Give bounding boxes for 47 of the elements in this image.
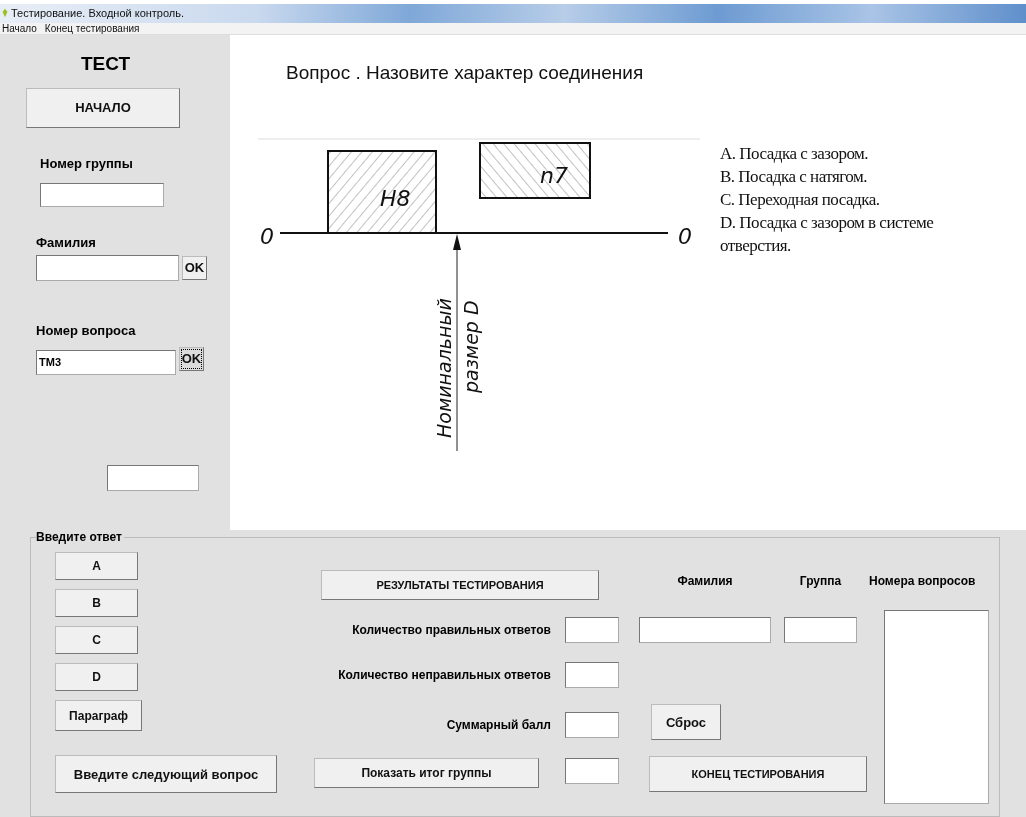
input-field[interactable] — [107, 464, 199, 491]
correct-count-field — [565, 617, 619, 643]
column-header: Группа — [798, 573, 843, 590]
zero-label: 0 — [678, 223, 692, 249]
zero-label: 0 — [260, 223, 274, 249]
answer-button[interactable]: A — [55, 552, 138, 580]
answer-button[interactable]: B — [55, 589, 138, 617]
answer-option: C. Переходная посадка. — [720, 187, 942, 211]
answer-button[interactable]: D — [55, 663, 138, 691]
end-testing-button[interactable]: КОНЕЦ ТЕСТИРОВАНИЯ — [649, 756, 867, 792]
score-field — [565, 712, 619, 738]
question-text: Вопрос . Назовите характер соединения — [286, 61, 645, 84]
group-total-field — [565, 758, 619, 784]
results-button[interactable]: РЕЗУЛЬТАТЫ ТЕСТИРОВАНИЯ — [321, 570, 599, 600]
group-box-title: Введите ответ — [36, 530, 124, 544]
surname-label: Фамилия — [36, 234, 97, 250]
tolerance-label: n7 — [540, 162, 568, 188]
question-number-label: Номер вопроса — [36, 322, 137, 338]
group-label: Номер группы — [40, 155, 134, 171]
ok-button[interactable]: OK — [182, 255, 207, 280]
column-header: Номера вопросов — [869, 573, 977, 590]
paragraph-button[interactable]: Параграф — [55, 700, 142, 731]
answer-option: B. Посадка с натягом. — [720, 164, 942, 188]
start-button[interactable]: НАЧАЛО — [26, 87, 180, 128]
menu-item[interactable]: Начало — [2, 22, 37, 34]
test-heading: ТЕСТ — [81, 52, 132, 75]
answer-option: A. Посадка с зазором. — [720, 141, 942, 165]
reset-button[interactable]: Сброс — [651, 704, 721, 740]
next-question-button[interactable]: Введите следующий вопрос — [55, 755, 277, 793]
tolerance-label: H8 — [380, 185, 411, 211]
ok-button[interactable]: OK — [179, 346, 204, 371]
window-title: Тестирование. Входной контроль. — [11, 7, 185, 20]
question-number-field[interactable]: ТМ3 — [36, 349, 176, 375]
column-header: Фамилия — [676, 573, 734, 590]
score-label: Суммарный балл — [445, 717, 552, 734]
dimension-label: размер D — [460, 300, 482, 393]
wrong-count-field — [565, 662, 619, 688]
group-total-button[interactable]: Показать итог группы — [314, 758, 539, 788]
menu-item[interactable]: Конец тестирования — [44, 22, 140, 34]
dimension-label: Номинальный — [433, 297, 455, 438]
answer-option: D. Посадка с зазором в системе отверстия. — [720, 210, 942, 257]
correct-count-label: Количество правильных ответов — [351, 622, 552, 639]
answer-button[interactable]: C — [55, 626, 138, 654]
surname-field[interactable] — [36, 254, 179, 281]
question-list[interactable] — [884, 610, 989, 804]
wrong-count-label: Количество неправильных ответов — [337, 668, 552, 682]
group-field[interactable] — [40, 182, 164, 207]
